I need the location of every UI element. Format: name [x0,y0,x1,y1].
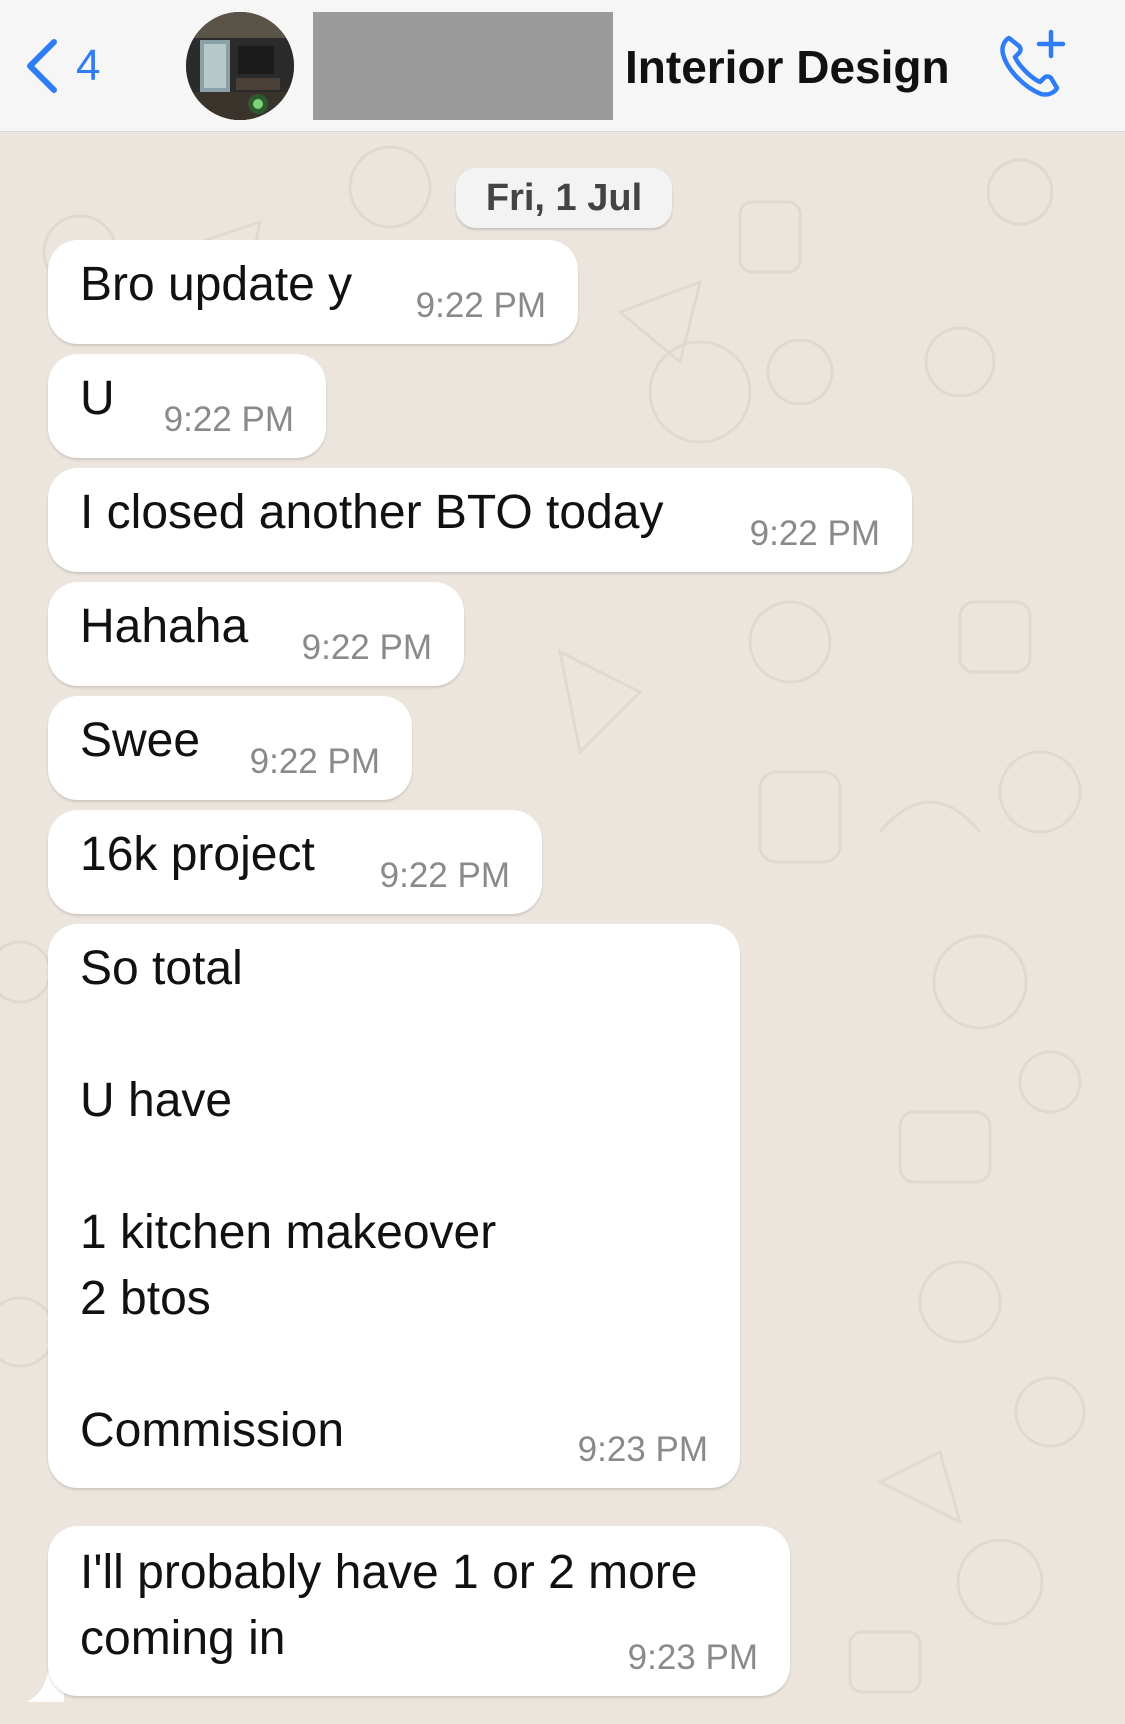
message-bubble[interactable]: U 9:22 PM [48,354,326,458]
back-button[interactable]: 4 [22,28,142,104]
message-text: U [80,372,115,425]
message-time: 9:23 PM [577,1430,708,1469]
message-text: So total U have 1 kitchen makeover 2 bto… [80,942,497,1457]
message-text: Swee [80,714,201,767]
message-text: I closed another BTO today [80,486,664,539]
message-bubble[interactable]: Swee 9:22 PM [48,696,412,800]
message-bubble[interactable]: I closed another BTO today 9:22 PM [48,468,912,572]
message-bubble[interactable]: 16k project 9:22 PM [48,810,542,914]
chat-title[interactable]: Interior Design [625,40,950,94]
add-call-button[interactable] [995,26,1071,102]
date-separator: Fri, 1 Jul [456,168,672,228]
avatar[interactable] [186,12,294,120]
message-text: I'll probably have 1 or 2 more coming in [80,1546,698,1665]
message-bubble[interactable]: I'll probably have 1 or 2 more coming in… [48,1526,790,1696]
chat-header: 4 Interior Design [0,0,1125,132]
redacted-name [313,12,613,120]
chat-area[interactable]: Fri, 1 Jul Bro update y 9:22 PM U 9:22 P… [0,132,1125,1724]
message-time: 9:22 PM [163,400,294,439]
message-bubble[interactable]: Hahaha 9:22 PM [48,582,464,686]
add-call-icon [1000,29,1066,97]
message-time: 9:22 PM [415,286,546,325]
message-time: 9:22 PM [379,856,510,895]
message-bubble[interactable]: So total U have 1 kitchen makeover 2 bto… [48,924,740,1488]
chevron-left-icon [27,39,57,93]
message-text: Hahaha [80,600,249,653]
message-time: 9:22 PM [249,742,380,781]
message-text: Bro update y [80,258,353,311]
message-text: 16k project [80,828,315,881]
message-time: 9:22 PM [749,514,880,553]
unread-count: 4 [76,41,101,90]
message-time: 9:23 PM [627,1638,758,1677]
message-bubble[interactable]: Bro update y 9:22 PM [48,240,578,344]
message-time: 9:22 PM [301,628,432,667]
